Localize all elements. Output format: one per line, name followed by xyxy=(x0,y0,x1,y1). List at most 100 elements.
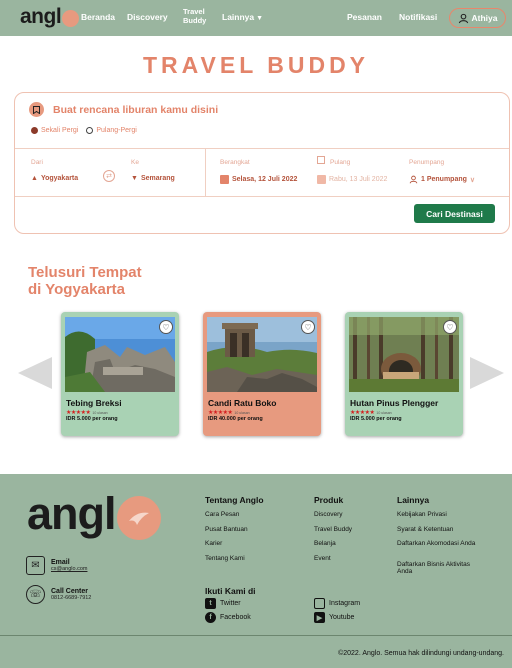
destination-name: Tebing Breksi xyxy=(66,398,122,408)
bookmark-icon xyxy=(29,102,44,117)
email-link[interactable]: cs@anglo.com xyxy=(51,566,87,572)
footer-link[interactable]: Pusat Bantuan xyxy=(205,526,248,533)
footer-link[interactable]: Daftarkan Bisnis Aktivitas Anda xyxy=(397,561,482,575)
explore-title-line2: di Yogyakarta xyxy=(28,281,125,298)
destination-card[interactable]: ♡ Candi Ratu Boko ★★★★★ 10 ulasan IDR 40.… xyxy=(203,312,321,436)
user-icon xyxy=(409,175,418,184)
call-center-number: 0812-6689-7912 xyxy=(51,595,92,601)
search-destination-button[interactable]: Cari Destinasi xyxy=(414,204,495,223)
footer-logo-text: angl xyxy=(27,488,117,539)
email-icon: ✉ xyxy=(26,556,45,575)
explore-title-line1: Telusuri Tempat xyxy=(28,264,142,281)
chevron-down-icon: ∨ xyxy=(469,176,476,184)
social-youtube[interactable]: ▶ Youtube xyxy=(314,612,354,623)
favorite-heart-icon[interactable]: ♡ xyxy=(443,320,457,334)
nav-link-lainnya[interactable]: Lainnya ▼ xyxy=(222,12,263,22)
return-date-field[interactable]: Rabu, 13 Juli 2022 xyxy=(317,175,387,184)
destination-price: IDR 5.000 per orang xyxy=(66,416,118,422)
nav-link-beranda[interactable]: Beranda xyxy=(81,12,115,22)
swap-icon[interactable]: ⇄ xyxy=(103,170,115,182)
stars-icon: ★★★★★ xyxy=(350,410,375,416)
review-count: 10 ulasan xyxy=(234,410,250,415)
nav-link-pesanan[interactable]: Pesanan xyxy=(347,12,382,22)
footer-link[interactable]: Syarat & Ketentuan xyxy=(397,526,492,533)
nav-travel-buddy-line2: Buddy xyxy=(183,16,207,25)
destination-card[interactable]: ♡ Hutan Pinus Plengger ★★★★★ 10 ulasan ID… xyxy=(345,312,463,436)
destination-card[interactable]: ♡ Tebing Breksi ★★★★★ 10 ulasan IDR 5.000… xyxy=(61,312,179,436)
arrow-down-icon: ▼ xyxy=(131,175,138,182)
destination-price: IDR 40.000 per orang xyxy=(208,416,263,422)
depart-value: Selasa, 12 Juli 2022 xyxy=(232,176,298,183)
social-label: Instagram xyxy=(329,600,361,607)
top-nav: angl Beranda Discovery Travel Buddy Lain… xyxy=(0,0,512,36)
footer-link[interactable]: Karier xyxy=(205,540,222,547)
favorite-heart-icon[interactable]: ♡ xyxy=(301,320,315,334)
footer-link[interactable]: Tentang Kami xyxy=(205,555,245,562)
review-count: 10 ulasan xyxy=(376,410,392,415)
divider xyxy=(205,148,206,196)
nav-link-discovery[interactable]: Discovery xyxy=(127,12,168,22)
return-label: Pulang xyxy=(330,159,351,166)
social-label: Twitter xyxy=(220,600,241,607)
logo-text: angl xyxy=(20,5,62,28)
social-facebook[interactable]: f Facebook xyxy=(205,612,251,623)
to-value: Semarang xyxy=(140,175,175,182)
footer-link[interactable]: Daftarkan Akomodasi Anda xyxy=(397,540,479,547)
rating-stars: ★★★★★ 10 ulasan xyxy=(66,409,108,416)
carousel-prev-icon[interactable] xyxy=(18,357,52,389)
arrow-up-icon: ▲ xyxy=(31,175,38,182)
from-field[interactable]: ▲ Yogyakarta xyxy=(31,175,78,182)
review-count: 10 ulasan xyxy=(92,410,108,415)
nav-link-travel-buddy[interactable]: Travel Buddy xyxy=(183,7,206,25)
return-value: Rabu, 13 Juli 2022 xyxy=(329,176,388,183)
passengers-value: 1 Penumpang xyxy=(421,176,467,183)
call-center-title: Call Center xyxy=(51,588,88,595)
logo-mark-icon xyxy=(62,10,80,27)
return-checkbox[interactable] xyxy=(317,156,325,164)
calendar-icon xyxy=(317,175,326,184)
favorite-heart-icon[interactable]: ♡ xyxy=(159,320,173,334)
from-value: Yogyakarta xyxy=(40,175,79,182)
footer-link[interactable]: Discovery xyxy=(314,511,343,518)
logo[interactable]: angl xyxy=(20,5,80,29)
divider xyxy=(15,148,509,149)
to-field[interactable]: ▼ Semarang xyxy=(131,175,175,182)
social-instagram[interactable]: Instagram xyxy=(314,598,360,609)
footer-link[interactable]: Cara Pesan xyxy=(205,511,239,518)
passengers-label: Penumpang xyxy=(409,159,445,166)
radio-pulang-pergi[interactable] xyxy=(86,127,94,134)
page-title: TRAVEL BUDDY xyxy=(142,52,370,78)
social-twitter[interactable]: t Twitter xyxy=(205,598,241,609)
headset-icon: ☏ xyxy=(26,585,45,604)
youtube-icon: ▶ xyxy=(314,612,325,623)
footer-link[interactable]: Kebijakan Privasi xyxy=(397,511,492,518)
trip-type-options: Sekali Pergi Pulang-Pergi xyxy=(31,127,137,134)
copyright-text: 2022. Anglo. Semua hak dilindungi undang… xyxy=(343,650,504,657)
destination-name: Candi Ratu Boko xyxy=(208,398,277,408)
email-title: Email xyxy=(51,559,70,566)
depart-date-field[interactable]: Selasa, 12 Juli 2022 xyxy=(220,175,297,184)
passengers-field[interactable]: 1 Penumpang ∨ xyxy=(409,175,475,184)
nav-travel-buddy-line1: Travel xyxy=(183,7,205,16)
footer-link[interactable]: Travel Buddy xyxy=(314,526,352,533)
stars-icon: ★★★★★ xyxy=(208,410,233,416)
footer-link[interactable]: Event xyxy=(314,555,331,562)
depart-label: Berangkat xyxy=(220,159,250,166)
user-icon xyxy=(458,13,468,23)
social-label: Youtube xyxy=(329,614,355,621)
trip-type-label-pp: Pulang-Pergi xyxy=(96,127,137,134)
trip-type-label-sekali: Sekali Pergi xyxy=(41,127,79,134)
nav-link-notifikasi[interactable]: Notifikasi xyxy=(399,12,437,22)
footer-logo: angl xyxy=(27,488,161,540)
rating-stars: ★★★★★ 10 ulasan xyxy=(350,409,392,416)
facebook-icon: f xyxy=(205,612,216,623)
radio-sekali-pergi[interactable] xyxy=(31,127,38,134)
follow-heading: Ikuti Kami di xyxy=(205,586,256,596)
user-menu[interactable]: Athiya xyxy=(449,8,506,28)
to-label: Ke xyxy=(131,159,139,166)
carousel-next-icon[interactable] xyxy=(470,357,504,389)
social-label: Facebook xyxy=(220,614,251,621)
explore-title: Telusuri Tempat di Yogyakarta xyxy=(28,264,142,298)
footer-link[interactable]: Belanja xyxy=(314,540,336,547)
booking-card: Buat rencana liburan kamu disini Sekali … xyxy=(14,92,510,234)
